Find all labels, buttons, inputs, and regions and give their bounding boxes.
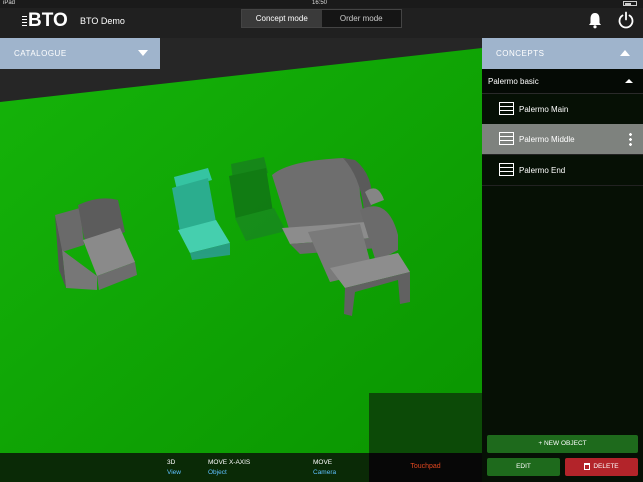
status-bar: iPad 16:50 xyxy=(0,0,643,8)
concepts-panel: CONCEPTS Palermo basic Palermo Main Pale… xyxy=(482,38,643,482)
more-vertical-icon[interactable] xyxy=(629,132,632,146)
view-mode-control[interactable]: 3D View xyxy=(167,458,181,478)
power-icon[interactable] xyxy=(617,11,635,29)
concept-item-selected[interactable]: Palermo Middle xyxy=(482,124,643,155)
bottom-bar: 3D View MOVE X-AXIS Object MOVE Camera T… xyxy=(0,453,482,482)
camera-move-control[interactable]: MOVE Camera xyxy=(313,458,336,478)
camera-move-title: MOVE xyxy=(313,459,333,466)
new-object-button[interactable]: + NEW OBJECT xyxy=(487,435,638,453)
concept-item[interactable]: Palermo Main xyxy=(482,94,643,125)
concept-group-header[interactable]: Palermo basic xyxy=(482,69,643,94)
app-title: BTO Demo xyxy=(80,16,125,26)
concept-item-label: Palermo Middle xyxy=(519,135,575,144)
concepts-title: CONCEPTS xyxy=(496,49,545,58)
clock: 16:50 xyxy=(312,0,328,6)
list-icon xyxy=(499,102,514,115)
concept-item-label: Palermo End xyxy=(519,166,566,175)
concept-group-label: Palermo basic xyxy=(488,77,539,86)
trash-icon xyxy=(584,462,591,470)
touchpad-label: Touchpad xyxy=(410,463,441,470)
delete-label: DELETE xyxy=(593,463,619,470)
scene xyxy=(0,38,482,453)
view-mode-sub: View xyxy=(167,469,181,476)
carrier-label: iPad xyxy=(3,0,16,6)
touchpad-area[interactable] xyxy=(369,393,482,453)
object-move-control[interactable]: MOVE X-AXIS Object xyxy=(208,458,250,478)
delete-button[interactable]: DELETE xyxy=(565,458,638,476)
concept-item[interactable]: Palermo End xyxy=(482,155,643,186)
catalogue-label: CATALOGUE xyxy=(14,49,67,58)
camera-move-sub: Camera xyxy=(313,469,337,476)
bell-icon[interactable] xyxy=(587,11,603,29)
edit-button[interactable]: EDIT xyxy=(487,458,560,476)
logo: BTO xyxy=(22,10,68,32)
chevron-down-icon xyxy=(138,50,148,56)
chevron-up-icon xyxy=(625,79,633,83)
3d-viewport[interactable]: CATALOGUE xyxy=(0,38,482,453)
object-move-sub: Object xyxy=(208,469,227,476)
list-icon xyxy=(499,163,514,176)
battery-icon xyxy=(623,1,637,6)
top-bar: BTO BTO Demo Concept mode Order mode xyxy=(0,8,643,38)
view-mode-title: 3D xyxy=(167,459,176,466)
concepts-header[interactable]: CONCEPTS xyxy=(482,38,643,69)
concept-mode-tab[interactable]: Concept mode xyxy=(242,10,322,27)
object-move-title: MOVE X-AXIS xyxy=(208,459,251,466)
order-mode-tab[interactable]: Order mode xyxy=(322,10,402,27)
mode-switch: Concept mode Order mode xyxy=(241,9,402,28)
list-icon xyxy=(499,132,514,145)
touchpad-toggle[interactable]: Touchpad xyxy=(369,453,482,482)
concept-item-label: Palermo Main xyxy=(519,105,569,114)
catalogue-dropdown[interactable]: CATALOGUE xyxy=(0,38,160,69)
chevron-up-icon xyxy=(620,50,630,56)
